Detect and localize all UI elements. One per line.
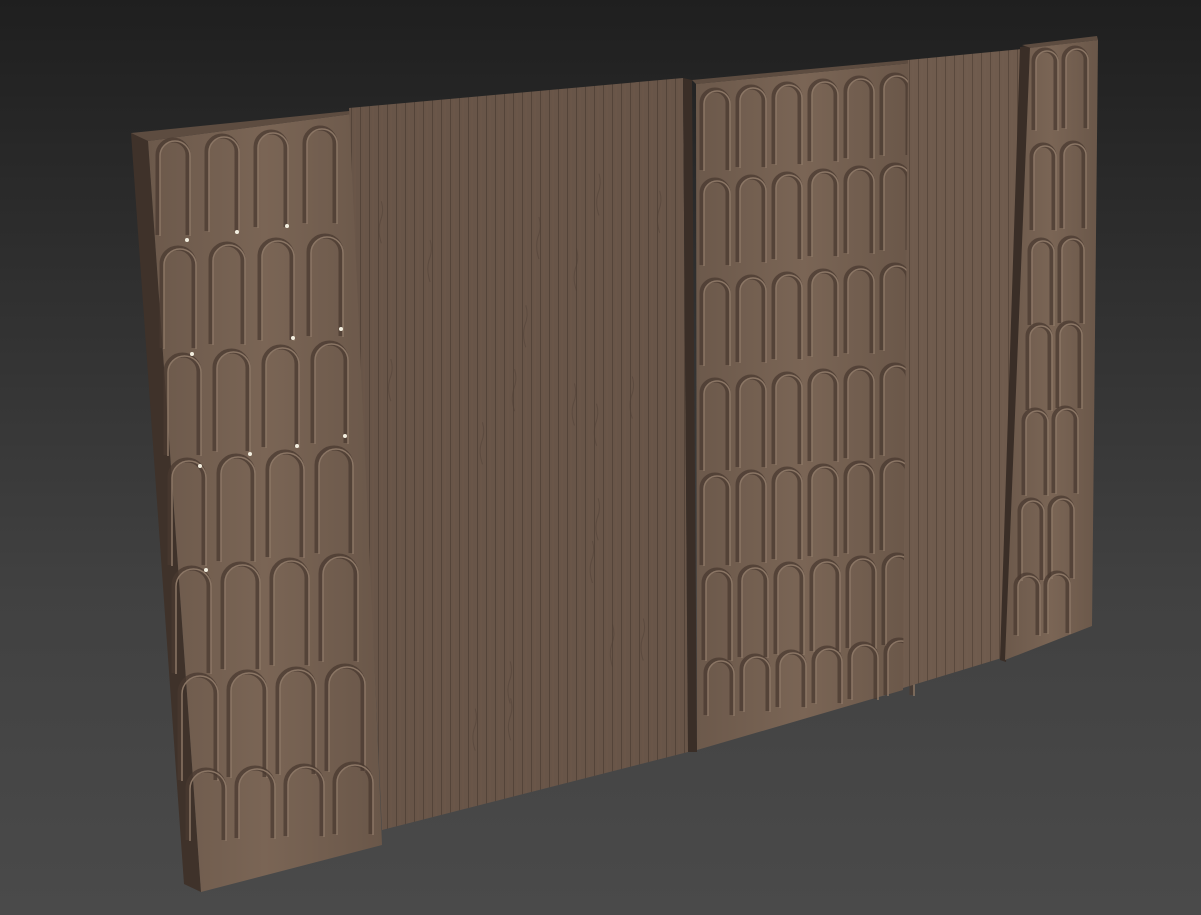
specular-dot <box>248 452 252 456</box>
specular-dot <box>198 464 202 468</box>
wall-model-render <box>0 0 1201 915</box>
specular-dot <box>291 336 295 340</box>
specular-dot <box>185 238 189 242</box>
3d-viewport[interactable] <box>0 0 1201 915</box>
specular-dot <box>285 224 289 228</box>
specular-dot <box>343 434 347 438</box>
specular-dot <box>339 327 343 331</box>
specular-dot <box>204 568 208 572</box>
specular-dot <box>295 444 299 448</box>
specular-dot <box>235 230 239 234</box>
specular-dot <box>190 352 194 356</box>
